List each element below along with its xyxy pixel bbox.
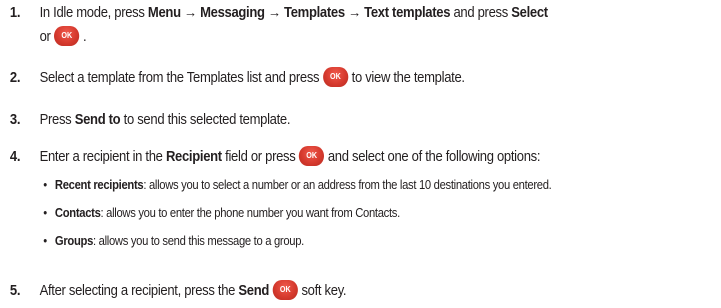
step-text-part: soft key. bbox=[301, 283, 347, 299]
option-desc: : allows you to select a number or an ad… bbox=[143, 178, 552, 192]
bullet-dot: • bbox=[43, 234, 47, 248]
step-text-part: to send this selected template. bbox=[120, 112, 291, 128]
ok-key-icon: OK bbox=[272, 279, 298, 300]
recipient-field-name: Recipient bbox=[165, 149, 222, 165]
step-text-part: to view the template. bbox=[351, 70, 465, 86]
step-number: 1. bbox=[9, 5, 21, 21]
send-key-name: Send bbox=[238, 283, 270, 299]
step-text-part: and press bbox=[450, 5, 512, 21]
step-text-part: Press bbox=[39, 112, 75, 128]
step-text: After selecting a recipient, press the S… bbox=[39, 279, 347, 300]
step-text: In Idle mode, press Menu → Messaging → T… bbox=[39, 4, 549, 22]
step-text-part: . bbox=[82, 29, 87, 45]
option-text: Groups: allows you to send this message … bbox=[55, 234, 304, 249]
bullet-dot: • bbox=[43, 178, 47, 192]
option-title: Groups bbox=[54, 234, 94, 248]
step-number: 5. bbox=[9, 283, 21, 299]
ok-key-icon: OK bbox=[322, 66, 349, 87]
step-text-part: field or press bbox=[221, 149, 296, 165]
step-number: 4. bbox=[9, 149, 21, 165]
step-number: 2. bbox=[9, 70, 21, 86]
step-text-part: or bbox=[39, 29, 51, 45]
step-text: or OK. bbox=[39, 25, 87, 46]
step-text-part: Select a template from the Templates lis… bbox=[39, 70, 320, 86]
option-text: Contacts: allows you to enter the phone … bbox=[55, 206, 400, 221]
option-title: Recent recipients bbox=[54, 178, 144, 192]
option-text: Recent recipients: allows you to select … bbox=[55, 178, 552, 193]
step-text-part: In Idle mode, press bbox=[39, 5, 148, 21]
option-desc: : allows you to enter the phone number y… bbox=[100, 206, 401, 220]
step-text: Enter a recipient in the Recipient field… bbox=[39, 145, 541, 166]
step-text: Select a template from the Templates lis… bbox=[39, 66, 465, 87]
select-key-name: Select bbox=[511, 5, 548, 21]
bullet-dot: • bbox=[43, 206, 47, 220]
step-text: Press Send to to send this selected temp… bbox=[40, 111, 291, 129]
option-desc: : allows you to send this message to a g… bbox=[93, 234, 304, 248]
step-text-part: Enter a recipient in the bbox=[39, 149, 166, 165]
send-to-key-name: Send to bbox=[74, 112, 121, 128]
step-text-part: After selecting a recipient, press the bbox=[39, 283, 239, 299]
menu-path: Menu → Messaging → Templates → Text temp… bbox=[147, 5, 451, 21]
ok-key-icon: OK bbox=[299, 145, 325, 166]
option-title: Contacts bbox=[54, 206, 101, 220]
step-text-part: and select one of the following options: bbox=[327, 149, 541, 165]
ok-key-icon: OK bbox=[54, 25, 80, 46]
step-number: 3. bbox=[9, 112, 21, 128]
